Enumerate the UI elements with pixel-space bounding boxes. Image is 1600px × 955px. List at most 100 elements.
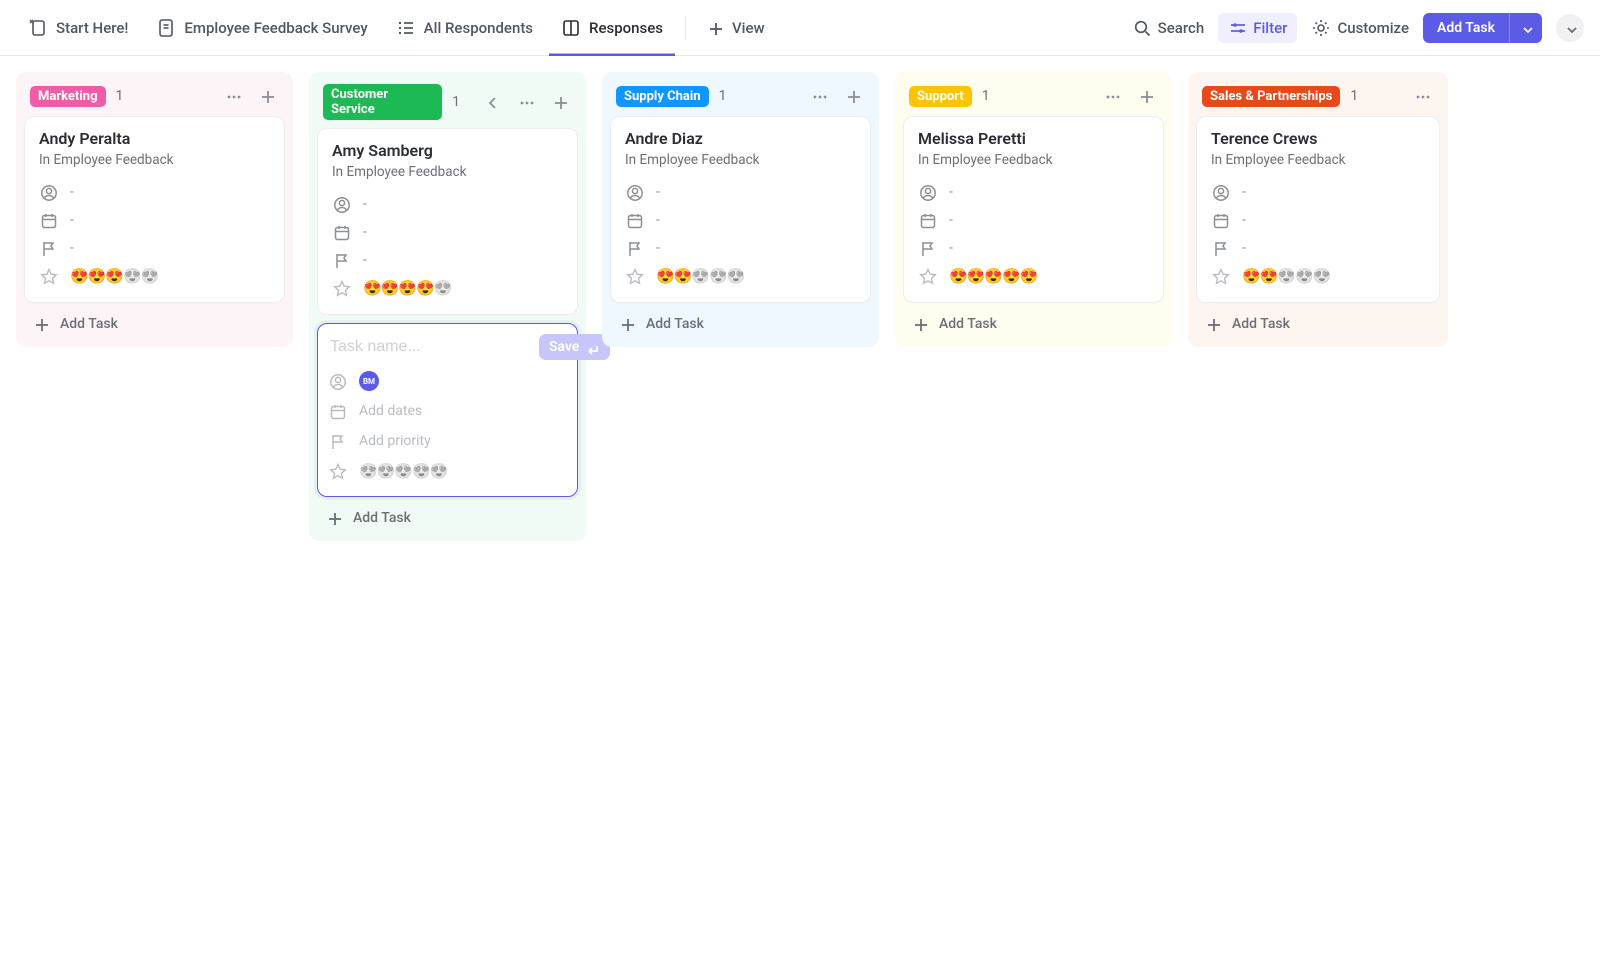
column-collapse-button[interactable] bbox=[480, 90, 504, 114]
toolbar-divider bbox=[685, 16, 686, 40]
assignee-avatar[interactable]: BM bbox=[359, 371, 379, 391]
rating-emoji[interactable]: 😍😍😍😍😍 bbox=[359, 462, 447, 480]
customize-label: Customize bbox=[1337, 19, 1409, 37]
add-task-button[interactable]: Add Task bbox=[1196, 303, 1440, 339]
filter-icon bbox=[1228, 19, 1246, 37]
chevron-down-icon bbox=[1562, 20, 1578, 36]
card-title: Terence Crews bbox=[1211, 129, 1425, 148]
star-icon bbox=[1211, 267, 1230, 286]
flag-icon bbox=[625, 239, 644, 258]
gear-icon bbox=[1311, 18, 1330, 37]
dots-icon bbox=[517, 93, 535, 111]
column-header: Support 1 bbox=[903, 80, 1164, 116]
card-subtitle: In Employee Feedback bbox=[1211, 152, 1425, 168]
add-task-split-button: Add Task bbox=[1423, 13, 1542, 43]
dots-icon bbox=[1413, 87, 1431, 105]
add-task-button[interactable]: Add Task bbox=[1423, 13, 1509, 43]
column-marketing: Marketing 1 Andy Peralta In Employee Fee… bbox=[16, 72, 293, 347]
priority-value: - bbox=[949, 240, 953, 256]
add-task-label: Add Task bbox=[353, 510, 411, 526]
column-header: Customer Service 1 bbox=[317, 80, 578, 128]
search-button[interactable]: Search bbox=[1122, 12, 1215, 43]
task-card[interactable]: Amy Samberg In Employee Feedback - - - 😍… bbox=[317, 128, 578, 315]
column-more-button[interactable] bbox=[1410, 84, 1434, 108]
star-icon bbox=[39, 267, 58, 286]
task-card[interactable]: Melissa Peretti In Employee Feedback - -… bbox=[903, 116, 1164, 303]
rating-emoji: 😍😍😍😍😍 bbox=[949, 267, 1037, 285]
doc-icon bbox=[156, 18, 176, 38]
task-name-input[interactable] bbox=[328, 334, 539, 360]
add-dates-label[interactable]: Add dates bbox=[359, 403, 422, 419]
task-card[interactable]: Andy Peralta In Employee Feedback - - - … bbox=[24, 116, 285, 303]
dots-icon bbox=[224, 87, 242, 105]
plus-icon bbox=[844, 87, 862, 105]
column-more-button[interactable] bbox=[221, 84, 245, 108]
plus-icon bbox=[258, 87, 276, 105]
star-icon bbox=[625, 267, 644, 286]
plus-icon bbox=[32, 315, 50, 333]
add-task-label: Add Task bbox=[1437, 20, 1495, 36]
column-more-button[interactable] bbox=[807, 84, 831, 108]
column-pill[interactable]: Supply Chain bbox=[616, 86, 709, 107]
column-header: Marketing 1 bbox=[24, 80, 285, 116]
tab-label: Start Here! bbox=[56, 19, 128, 37]
column-customer-service: Customer Service 1 Amy Samberg In Employ… bbox=[309, 72, 586, 541]
list-icon bbox=[396, 18, 416, 38]
tab-all-respondents[interactable]: All Respondents bbox=[384, 0, 545, 56]
add-task-button[interactable]: Add Task bbox=[24, 303, 285, 339]
column-add-button[interactable] bbox=[1134, 84, 1158, 108]
search-icon bbox=[1132, 18, 1151, 37]
enter-icon bbox=[585, 340, 600, 355]
task-card[interactable]: Andre Diaz In Employee Feedback - - - 😍😍… bbox=[610, 116, 871, 303]
board-icon bbox=[561, 18, 581, 38]
flag-icon bbox=[328, 432, 347, 451]
customize-button[interactable]: Customize bbox=[1301, 12, 1419, 43]
calendar-icon bbox=[1211, 211, 1230, 230]
date-value: - bbox=[70, 212, 74, 228]
column-support: Support 1 Melissa Peretti In Employee Fe… bbox=[895, 72, 1172, 347]
column-count: 1 bbox=[116, 88, 124, 104]
add-task-label: Add Task bbox=[1232, 316, 1290, 332]
add-task-dropdown[interactable] bbox=[1509, 13, 1542, 43]
calendar-icon bbox=[328, 402, 347, 421]
chevron-left-icon bbox=[483, 93, 501, 111]
star-icon bbox=[918, 267, 937, 286]
assignee-icon bbox=[918, 183, 937, 202]
tab-start-here[interactable]: Start Here! bbox=[16, 0, 140, 56]
column-pill[interactable]: Sales & Partnerships bbox=[1202, 86, 1340, 107]
column-pill[interactable]: Customer Service bbox=[323, 84, 442, 120]
column-add-button[interactable] bbox=[841, 84, 865, 108]
card-subtitle: In Employee Feedback bbox=[39, 152, 270, 168]
card-subtitle: In Employee Feedback bbox=[332, 164, 563, 180]
card-title: Andy Peralta bbox=[39, 129, 270, 148]
column-pill[interactable]: Marketing bbox=[30, 86, 106, 107]
column-more-button[interactable] bbox=[1100, 84, 1124, 108]
column-header: Sales & Partnerships 1 bbox=[1196, 80, 1440, 116]
column-add-button[interactable] bbox=[548, 90, 572, 114]
column-pill[interactable]: Support bbox=[909, 86, 972, 107]
column-more-button[interactable] bbox=[514, 90, 538, 114]
dots-icon bbox=[1103, 87, 1121, 105]
add-task-button[interactable]: Add Task bbox=[317, 497, 578, 533]
add-task-button[interactable]: Add Task bbox=[610, 303, 871, 339]
plus-icon bbox=[1204, 315, 1222, 333]
add-task-button[interactable]: Add Task bbox=[903, 303, 1164, 339]
column-add-button[interactable] bbox=[255, 84, 279, 108]
priority-value: - bbox=[70, 240, 74, 256]
save-button[interactable]: Save bbox=[539, 334, 610, 360]
assignee-value: - bbox=[70, 184, 74, 200]
plus-icon bbox=[911, 315, 929, 333]
more-menu-button[interactable] bbox=[1556, 14, 1584, 42]
filter-button[interactable]: Filter bbox=[1218, 13, 1297, 43]
kanban-board: Marketing 1 Andy Peralta In Employee Fee… bbox=[0, 56, 1600, 557]
plus-icon bbox=[618, 315, 636, 333]
tab-responses[interactable]: Responses bbox=[549, 0, 675, 56]
tab-employee-feedback-survey[interactable]: Employee Feedback Survey bbox=[144, 0, 379, 56]
chevron-down-icon bbox=[1518, 20, 1534, 36]
search-label: Search bbox=[1158, 19, 1205, 37]
task-card[interactable]: Terence Crews In Employee Feedback - - -… bbox=[1196, 116, 1440, 303]
add-priority-label[interactable]: Add priority bbox=[359, 433, 431, 449]
priority-value: - bbox=[363, 252, 367, 268]
add-task-label: Add Task bbox=[60, 316, 118, 332]
add-view-button[interactable]: View bbox=[696, 13, 775, 43]
